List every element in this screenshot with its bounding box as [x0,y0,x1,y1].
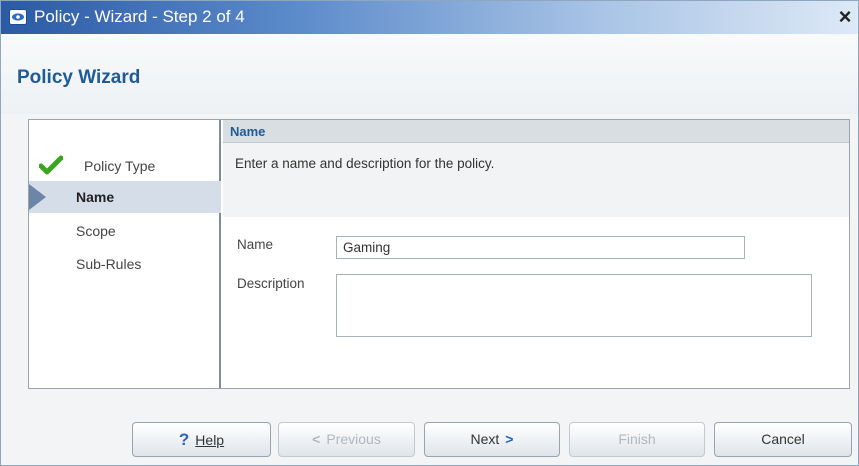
section-title: Name [230,124,266,139]
step-label: Sub-Rules [76,256,142,272]
previous-button[interactable]: < Previous [278,422,415,457]
cancel-button-label: Cancel [761,431,805,447]
wizard-heading: Policy Wizard [17,67,141,88]
finish-button[interactable]: Finish [569,422,705,457]
wizard-window: Policy - Wizard - Step 2 of 4 × Policy W… [0,0,859,466]
finish-button-label: Finish [618,431,656,447]
help-icon: ? [178,430,190,449]
name-input[interactable] [336,236,745,259]
step-list: Policy Type Name Scope Sub-Rules [29,120,221,388]
next-button-label: Next [470,431,500,447]
description-input[interactable] [336,274,812,337]
chevron-right-icon: > [505,431,514,447]
instruction-text: Enter a name and description for the pol… [235,156,495,171]
description-field-label: Description [237,276,305,291]
chevron-left-icon: < [312,431,321,447]
step-panel: Name Enter a name and description for th… [223,120,849,388]
previous-button-label: Previous [326,431,381,447]
checkmark-icon [39,155,63,175]
step-name[interactable]: Name [29,181,221,213]
wizard-content: Policy Type Name Scope Sub-Rules Name En… [28,119,850,389]
close-button[interactable]: × [834,5,856,29]
step-label: Policy Type [84,158,156,174]
arrow-marker-icon [29,184,46,210]
help-button-label: Help [195,432,225,448]
app-eye-icon [9,9,27,25]
help-button[interactable]: ? Help [132,422,271,457]
step-policy-type[interactable]: Policy Type [29,150,221,182]
title-bar[interactable]: Policy - Wizard - Step 2 of 4 × [1,1,858,34]
step-label: Name [76,189,115,205]
window-title: Policy - Wizard - Step 2 of 4 [34,7,245,26]
next-button[interactable]: Next > [424,422,560,457]
step-scope[interactable]: Scope [29,215,221,247]
step-sub-rules[interactable]: Sub-Rules [29,248,221,280]
step-label: Scope [76,223,116,239]
name-field-label: Name [237,237,274,252]
cancel-button[interactable]: Cancel [714,422,852,457]
section-header: Name [223,120,849,143]
info-box: Enter a name and description for the pol… [223,143,849,217]
